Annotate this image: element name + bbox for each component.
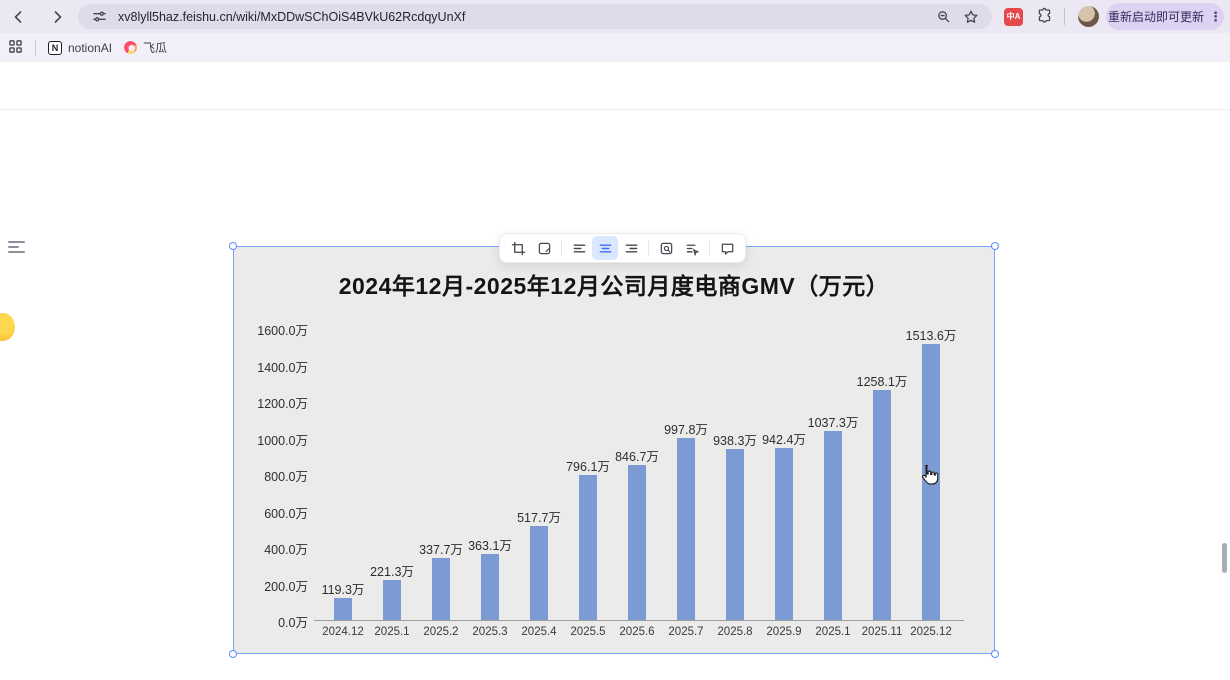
- x-axis-tick-label: 2025.1: [374, 626, 410, 638]
- mouse-cursor: [921, 464, 939, 485]
- gmv-chart-image[interactable]: 2024年12月-2025年12月公司月度电商GMV（万元） 0.0万 200.0…: [229, 242, 999, 658]
- forward-icon[interactable]: [44, 4, 72, 30]
- resize-handle-br[interactable]: [991, 650, 999, 658]
- x-axis-tick-label: 2025.9: [766, 626, 802, 638]
- bar-value-label: 846.7万: [615, 450, 659, 465]
- browser-profile-avatar[interactable]: [1078, 6, 1099, 27]
- gmv-bar: [334, 598, 352, 620]
- x-axis-tick-label: 2025.8: [717, 626, 753, 638]
- scrollbar-thumb[interactable]: [1222, 543, 1227, 573]
- address-bar[interactable]: xv8lyll5haz.feishu.cn/wiki/MxDDwSChOiS4B…: [78, 4, 992, 29]
- bookmark-feigua[interactable]: 飞瓜: [124, 39, 167, 56]
- update-label: 重新启动即可更新: [1107, 10, 1204, 24]
- x-axis-tick-label: 2025.12: [910, 626, 952, 638]
- bar-value-label: 1258.1万: [856, 375, 908, 390]
- bar-value-label: 517.7万: [517, 510, 561, 525]
- bookmark-label: notionAI: [68, 40, 113, 55]
- x-axis-tick-label: 2025.3: [472, 626, 508, 638]
- resize-handle-tr[interactable]: [991, 242, 999, 250]
- toolbar-divider: [1064, 8, 1065, 25]
- x-axis-tick-label: 2025.6: [619, 626, 655, 638]
- x-axis-tick-label: 2025.7: [668, 626, 704, 638]
- notion-icon: N: [48, 40, 62, 55]
- copy-link-icon[interactable]: [653, 236, 679, 260]
- resize-handle-tl[interactable]: [229, 242, 237, 250]
- toolbar-separator: [709, 240, 710, 256]
- x-axis-line: [314, 620, 964, 621]
- bookmarks-bar: N notionAI 飞瓜 所有书签: [0, 33, 1230, 89]
- toolbar-separator: [561, 240, 562, 256]
- y-axis-tick-label: 1000.0万: [257, 433, 308, 448]
- back-icon[interactable]: [4, 4, 32, 30]
- translate-extension-icon[interactable]: 中A: [1004, 8, 1023, 26]
- gmv-bar: [481, 553, 499, 620]
- document-canvas: 2024年12月-2025年12月公司月度电商GMV（万元） 0.0万 200.0…: [0, 110, 1230, 680]
- align-center-icon[interactable]: [592, 236, 618, 260]
- gmv-bar: [432, 558, 450, 620]
- gmv-bar: [726, 448, 744, 620]
- outline-toggle-icon[interactable]: [8, 238, 25, 256]
- gmv-bar: [383, 579, 401, 620]
- browser-menu-icon[interactable]: ⋮: [1209, 9, 1222, 25]
- x-axis-tick-label: 2025.4: [521, 626, 557, 638]
- align-right-icon[interactable]: [618, 236, 644, 260]
- zoom-icon[interactable]: [932, 6, 954, 28]
- gmv-bar: [873, 390, 891, 620]
- browser-toolbar: xv8lyll5haz.feishu.cn/wiki/MxDDwSChOiS4B…: [0, 0, 1230, 33]
- comment-icon[interactable]: [714, 236, 740, 260]
- bar-value-label: 363.1万: [468, 538, 512, 553]
- feishu-header: 湖南向前一步企业管理有限公司 › 龙渊 › 2026千亿商机分享会 外部 已经保…: [0, 62, 1230, 170]
- y-axis-tick-label: 1600.0万: [257, 324, 308, 338]
- gmv-bar: [824, 430, 842, 620]
- x-axis-tick-label: 2025.1: [815, 626, 851, 638]
- bookmark-label: 飞瓜: [143, 41, 168, 55]
- chart-title: 2024年12月-2025年12月公司月度电商GMV（万元）: [338, 273, 890, 299]
- crop-icon[interactable]: [505, 236, 531, 260]
- bookmark-star-icon[interactable]: [960, 6, 982, 28]
- x-axis-tick-label: 2025.11: [861, 626, 903, 638]
- feigua-icon: [124, 41, 138, 54]
- y-axis-tick-label: 1400.0万: [257, 360, 308, 375]
- y-axis-tick-label: 0.0万: [278, 616, 308, 630]
- gmv-bar: [579, 474, 597, 620]
- bar-value-label: 1037.3万: [807, 415, 859, 430]
- bar-value-label: 119.3万: [321, 583, 365, 598]
- url-text[interactable]: xv8lyll5haz.feishu.cn/wiki/MxDDwSChOiS4B…: [118, 10, 932, 24]
- y-axis-tick-label: 200.0万: [264, 579, 308, 594]
- bar-value-label: 221.3万: [370, 564, 414, 579]
- y-axis-tick-label: 800.0万: [264, 470, 308, 484]
- toolbar-separator: [648, 240, 649, 256]
- apps-grid-icon[interactable]: [8, 39, 23, 57]
- gmv-bar: [628, 465, 646, 620]
- gmv-bar: [775, 448, 793, 620]
- move-to-icon[interactable]: [679, 236, 705, 260]
- bookmark-notionai[interactable]: N notionAI: [48, 40, 113, 55]
- extensions-icon[interactable]: [1036, 7, 1053, 29]
- x-axis-tick-label: 2025.2: [423, 626, 459, 638]
- y-axis-tick-label: 600.0万: [264, 506, 308, 521]
- restart-update-button[interactable]: 重新启动即可更新 ⋮: [1106, 3, 1224, 30]
- image-toolbar: [499, 233, 746, 263]
- gmv-bar: [677, 437, 695, 620]
- bar-value-label: 942.4万: [762, 433, 806, 447]
- y-axis-tick-label: 1200.0万: [257, 397, 308, 411]
- bookmarks-divider: [35, 39, 36, 56]
- bar-value-label: 1513.6万: [905, 328, 957, 343]
- x-axis-tick-label: 2024.12: [322, 626, 364, 638]
- annotate-icon[interactable]: [531, 236, 557, 260]
- gmv-bar: [530, 525, 548, 620]
- site-controls-icon[interactable]: [88, 6, 110, 28]
- x-axis-tick-label: 2025.5: [570, 626, 606, 638]
- y-axis-tick-label: 400.0万: [264, 543, 308, 557]
- floating-widget-partial[interactable]: [0, 313, 15, 341]
- resize-handle-bl[interactable]: [229, 650, 237, 658]
- align-left-icon[interactable]: [566, 236, 592, 260]
